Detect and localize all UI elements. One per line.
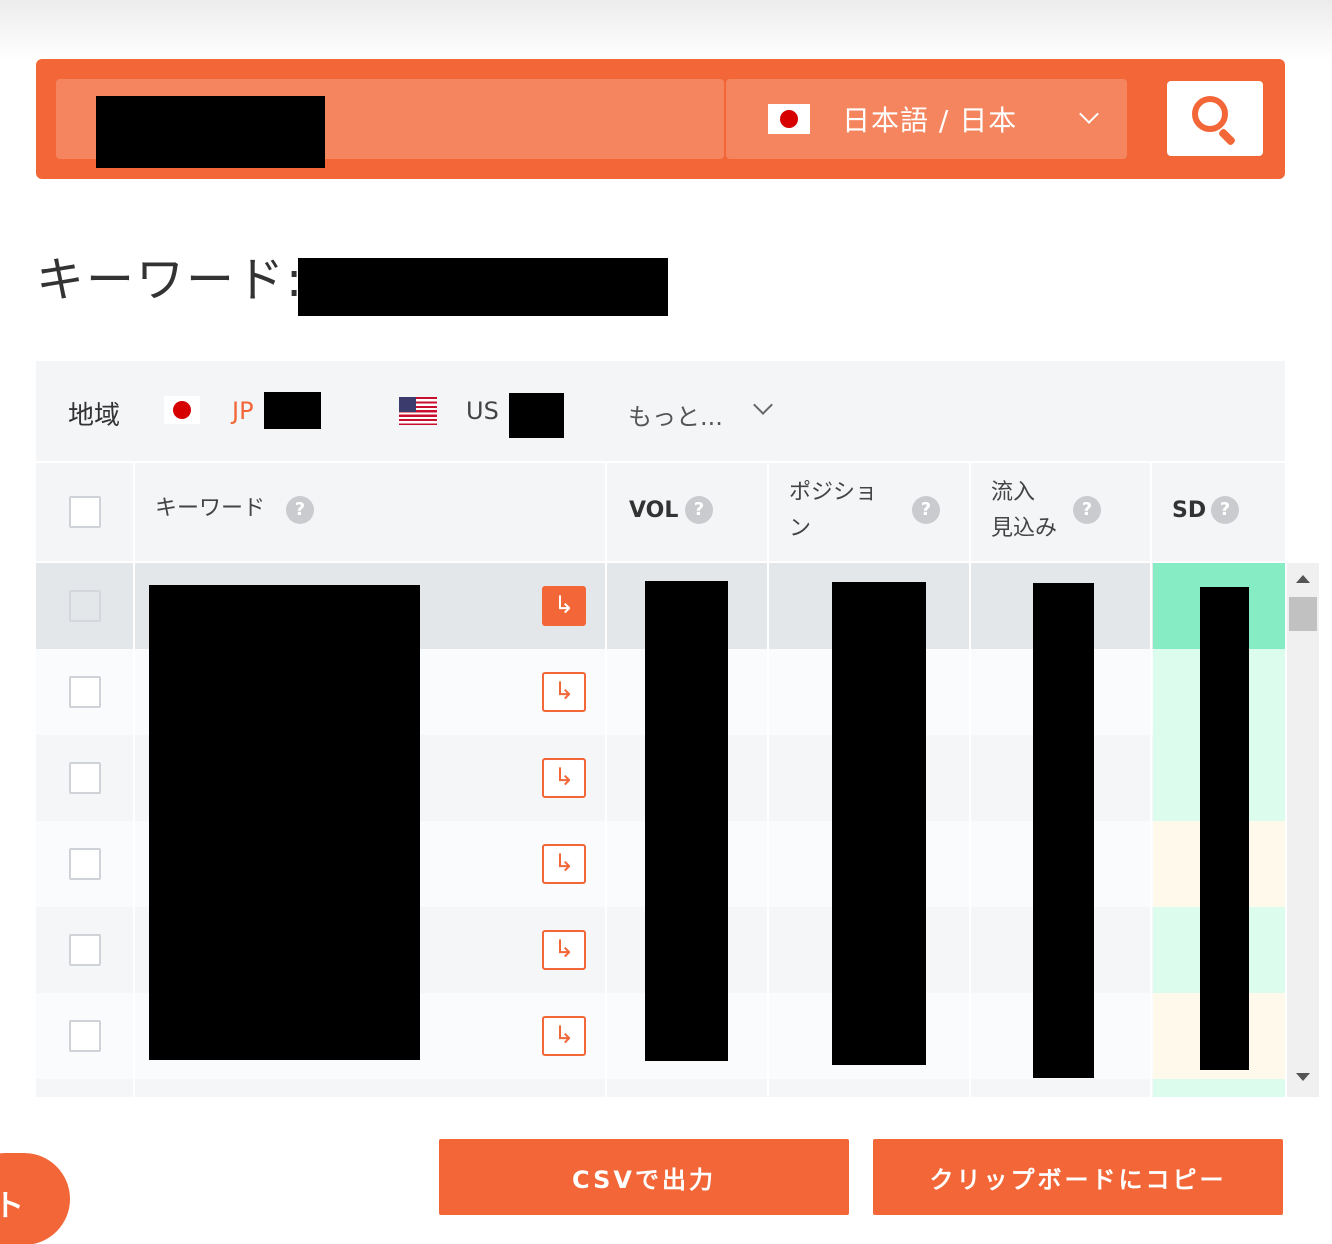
open-arrow-icon[interactable]: ↳ (542, 586, 586, 626)
help-icon[interactable]: ? (286, 496, 314, 524)
page-title: キーワード: (36, 252, 305, 308)
redacted-us-count (509, 393, 564, 438)
vol-column-header[interactable]: VOL (629, 493, 678, 529)
floating-action-label: ト (0, 1189, 24, 1224)
column-divider (133, 463, 135, 561)
row-checkbox[interactable] (69, 762, 101, 794)
scroll-thumb[interactable] (1289, 597, 1317, 631)
open-arrow-icon[interactable]: ↳ (542, 930, 586, 970)
row-checkbox[interactable] (69, 676, 101, 708)
row-checkbox[interactable] (69, 590, 101, 622)
page-top-fade (0, 0, 1332, 60)
chevron-down-icon (753, 395, 773, 415)
row-checkbox[interactable] (69, 934, 101, 966)
redacted-vol-column (645, 581, 728, 1061)
open-arrow-icon[interactable]: ↳ (542, 1016, 586, 1056)
table-header-row: キーワード ? VOL ? ポジショ ン ? 流入 見込み ? SD ? (36, 463, 1285, 561)
row-checkbox[interactable] (69, 848, 101, 880)
keyword-column-header[interactable]: キーワード (155, 491, 265, 527)
open-arrow-icon[interactable]: ↳ (542, 758, 586, 798)
help-icon[interactable]: ? (912, 496, 940, 524)
column-divider (1150, 563, 1152, 1097)
region-us-tab[interactable]: US (466, 397, 499, 425)
sd-column-header[interactable]: SD (1172, 493, 1206, 529)
help-icon[interactable]: ? (685, 496, 713, 524)
position-column-header-line2: ン (789, 516, 812, 541)
floating-action-button[interactable]: ト (0, 1153, 70, 1244)
redacted-jp-count (264, 392, 321, 429)
row-checkbox[interactable] (69, 1020, 101, 1052)
redacted-position-column (832, 582, 926, 1065)
traffic-column-header[interactable]: 流入 (991, 475, 1035, 511)
column-divider (767, 563, 769, 1097)
position-column-header[interactable]: ポジショ (789, 475, 877, 511)
column-divider (605, 563, 607, 1097)
traffic-column-header-line2: 見込み (991, 516, 1058, 541)
export-csv-button[interactable]: CSVで出力 (439, 1139, 849, 1215)
select-all-checkbox[interactable] (69, 496, 101, 528)
redacted-keyword-column (149, 585, 420, 1060)
column-divider (969, 463, 971, 561)
language-select[interactable]: 日本語 / 日本 (726, 79, 1127, 159)
sd-cell (1153, 1079, 1285, 1097)
table-body: ↳ ↳ ↳ ↳ ↳ ↳ (36, 563, 1285, 1097)
column-divider (133, 563, 135, 1097)
redacted-keyword-title (298, 258, 668, 316)
search-icon (1192, 96, 1228, 132)
redacted-sd-column (1200, 587, 1249, 1070)
open-arrow-icon[interactable]: ↳ (542, 672, 586, 712)
open-arrow-icon[interactable]: ↳ (542, 844, 586, 884)
search-bar: 日本語 / 日本 (36, 59, 1285, 179)
search-button[interactable] (1167, 81, 1263, 156)
table-scrollbar[interactable] (1287, 563, 1319, 1097)
region-jp-tab[interactable]: JP (232, 397, 254, 425)
column-divider (767, 463, 769, 561)
copy-clipboard-button[interactable]: クリップボードにコピー (873, 1139, 1283, 1215)
search-icon-handle (1217, 127, 1237, 147)
redacted-query (96, 96, 325, 168)
column-divider (969, 563, 971, 1097)
japan-flag-icon (164, 396, 200, 424)
chevron-down-icon (1079, 104, 1099, 124)
region-more-toggle[interactable]: もっと... (628, 397, 723, 432)
column-divider (1150, 463, 1152, 561)
us-flag-icon (399, 397, 437, 425)
scroll-down-arrow-icon[interactable] (1296, 1073, 1310, 1081)
help-icon[interactable]: ? (1211, 496, 1239, 524)
region-filter-bar: 地域 JP US もっと... (36, 361, 1285, 461)
scroll-up-arrow-icon[interactable] (1296, 575, 1310, 583)
language-select-label: 日本語 / 日本 (842, 104, 1018, 137)
japan-flag-icon (768, 104, 810, 134)
column-divider (605, 463, 607, 561)
table-row[interactable] (36, 1079, 1285, 1097)
help-icon[interactable]: ? (1073, 496, 1101, 524)
region-label: 地域 (68, 401, 121, 431)
redacted-traffic-column (1033, 583, 1094, 1078)
